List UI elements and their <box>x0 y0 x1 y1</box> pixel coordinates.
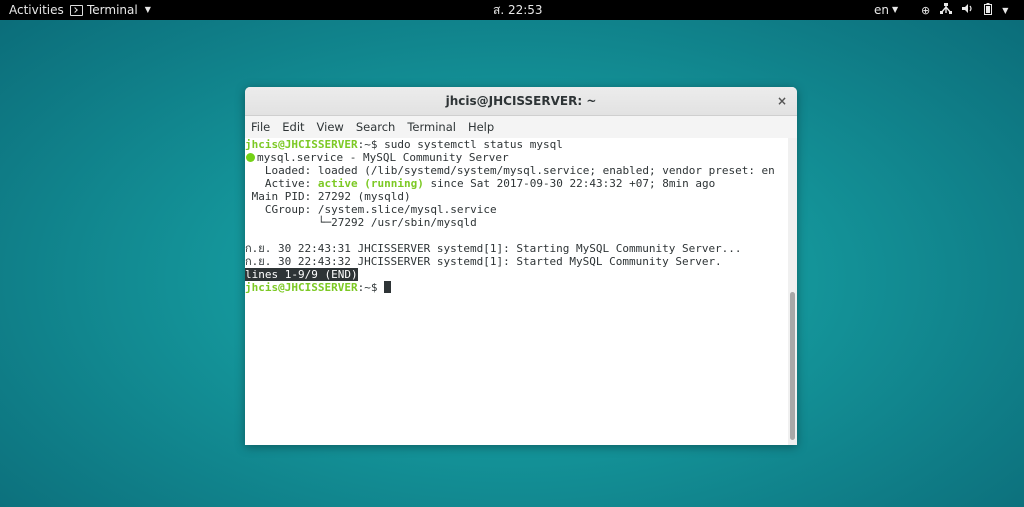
terminal-scrollbar[interactable] <box>788 138 797 445</box>
menu-file[interactable]: File <box>245 116 276 138</box>
clock[interactable]: ส. 22:53 <box>493 0 543 20</box>
service-line: mysql.service - MySQL Community Server <box>245 151 509 164</box>
system-tray[interactable]: ⊕ ▼ <box>921 0 1018 20</box>
menu-bar: File Edit View Search Terminal Help <box>245 116 797 138</box>
accessibility-icon[interactable]: ⊕ <box>921 4 930 17</box>
prompt-user: jhcis@JHCISSERVER <box>245 281 358 294</box>
log-line: ก.ย. 30 22:43:31 JHCISSERVER systemd[1]:… <box>245 242 742 255</box>
active-line: Active: active (running) since Sat 2017-… <box>245 177 715 190</box>
menu-search[interactable]: Search <box>350 116 402 138</box>
mainpid-line: Main PID: 27292 (mysqld) <box>245 190 411 203</box>
system-menu-icon[interactable]: ▼ <box>1002 6 1008 15</box>
language-label: en <box>874 3 889 17</box>
pager-status: lines 1-9/9 (END) <box>245 268 358 281</box>
prompt-user: jhcis@JHCISSERVER <box>245 138 358 151</box>
active-status: active (running) <box>317 177 424 190</box>
language-indicator[interactable]: en ▼ <box>874 0 898 20</box>
app-menu[interactable]: Terminal ▼ <box>70 0 151 20</box>
pager-status-line: lines 1-9/9 (END) <box>245 268 358 281</box>
chevron-down-icon: ▼ <box>144 5 151 14</box>
active-since: since Sat 2017-09-30 22:43:32 +07; 8min … <box>423 177 716 190</box>
cgroup-child-line: └─27292 /usr/sbin/mysqld <box>245 216 477 229</box>
command-line: jhcis@JHCISSERVER:~$ sudo systemctl stat… <box>245 138 563 151</box>
battery-icon[interactable] <box>984 2 993 18</box>
text-cursor <box>384 281 392 293</box>
app-menu-label: Terminal <box>87 3 138 17</box>
close-button[interactable]: × <box>777 87 787 115</box>
activities-button[interactable]: Activities <box>9 0 64 20</box>
loaded-line: Loaded: loaded (/lib/systemd/system/mysq… <box>245 164 775 177</box>
status-dot-icon <box>246 153 255 162</box>
prompt-suffix: :~$ <box>357 281 385 294</box>
terminal-output[interactable]: jhcis@JHCISSERVER:~$ sudo systemctl stat… <box>245 138 788 445</box>
top-bar: Activities Terminal ▼ ส. 22:53 en ▼ ⊕ ▼ <box>0 0 1024 20</box>
service-name: mysql.service - MySQL Community Server <box>257 151 509 164</box>
window-title: jhcis@JHCISSERVER: ~ <box>445 94 597 108</box>
window-titlebar[interactable]: jhcis@JHCISSERVER: ~ × <box>245 87 797 116</box>
menu-terminal[interactable]: Terminal <box>401 116 462 138</box>
terminal-window[interactable]: jhcis@JHCISSERVER: ~ × File Edit View Se… <box>245 87 797 445</box>
menu-edit[interactable]: Edit <box>276 116 310 138</box>
command-text: sudo systemctl status mysql <box>384 138 563 151</box>
cgroup-line: CGroup: /system.slice/mysql.service <box>245 203 497 216</box>
active-label: Active: <box>245 177 318 190</box>
menu-help[interactable]: Help <box>462 116 500 138</box>
prompt-suffix: :~$ <box>357 138 385 151</box>
menu-view[interactable]: View <box>311 116 350 138</box>
network-icon[interactable] <box>940 3 953 17</box>
scrollbar-thumb[interactable] <box>790 292 795 440</box>
final-prompt-line: jhcis@JHCISSERVER:~$ <box>245 281 392 294</box>
volume-icon[interactable] <box>962 3 974 17</box>
terminal-app-icon <box>70 4 83 16</box>
chevron-down-icon: ▼ <box>892 5 899 14</box>
log-line: ก.ย. 30 22:43:32 JHCISSERVER systemd[1]:… <box>245 255 722 268</box>
